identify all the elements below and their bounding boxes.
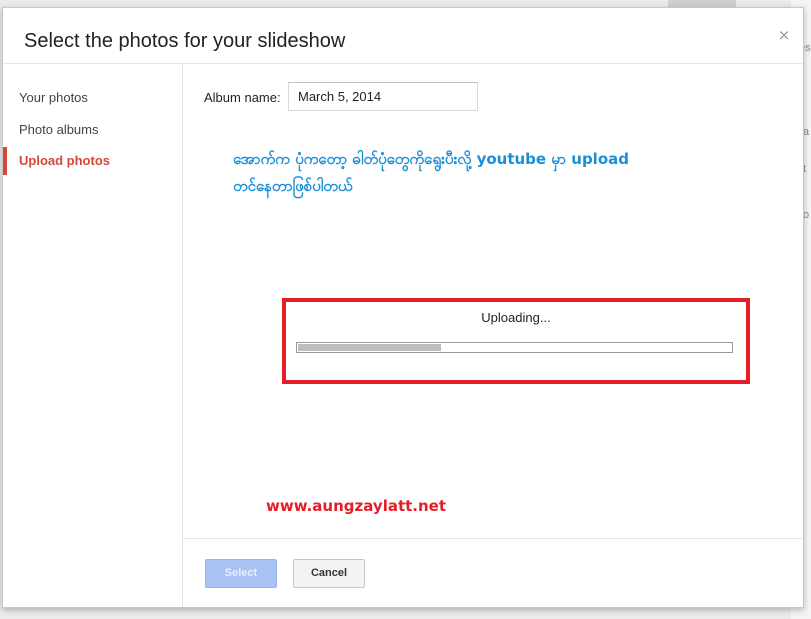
upload-status-text: Uploading... bbox=[481, 310, 551, 325]
upload-highlight-box: Uploading... bbox=[282, 298, 750, 384]
upload-progress-bar bbox=[296, 342, 733, 353]
slideshow-photo-dialog: Select the photos for your slideshow × Y… bbox=[2, 7, 804, 608]
upload-progress-fill bbox=[298, 344, 441, 351]
album-name-label: Album name: bbox=[204, 90, 281, 105]
select-button[interactable]: Select bbox=[205, 559, 277, 588]
sidebar-item-your-photos[interactable]: Your photos bbox=[3, 84, 182, 112]
sidebar-item-upload-photos[interactable]: Upload photos bbox=[3, 147, 182, 175]
annotation-text: အောက်က ပုံကတော့ ဓါတ်ပုံတွေကိုရွေးပီးလို့… bbox=[233, 146, 733, 200]
annotation-line: တင်နေတာဖြစ်ပါတယ် bbox=[233, 177, 353, 195]
album-name-input[interactable] bbox=[288, 82, 478, 111]
sidebar-item-photo-albums[interactable]: Photo albums bbox=[3, 116, 182, 144]
annotation-line: အောက်က ပုံကတော့ ဓါတ်ပုံတွေကိုရွေးပီးလို့… bbox=[233, 150, 629, 168]
source-sidebar: Your photos Photo albums Upload photos bbox=[3, 64, 183, 607]
close-icon[interactable]: × bbox=[776, 26, 792, 44]
cancel-button[interactable]: Cancel bbox=[293, 559, 365, 588]
dialog-title: Select the photos for your slideshow bbox=[24, 30, 346, 52]
watermark-url: www.aungzaylatt.net bbox=[266, 497, 447, 515]
footer-divider bbox=[183, 538, 803, 539]
